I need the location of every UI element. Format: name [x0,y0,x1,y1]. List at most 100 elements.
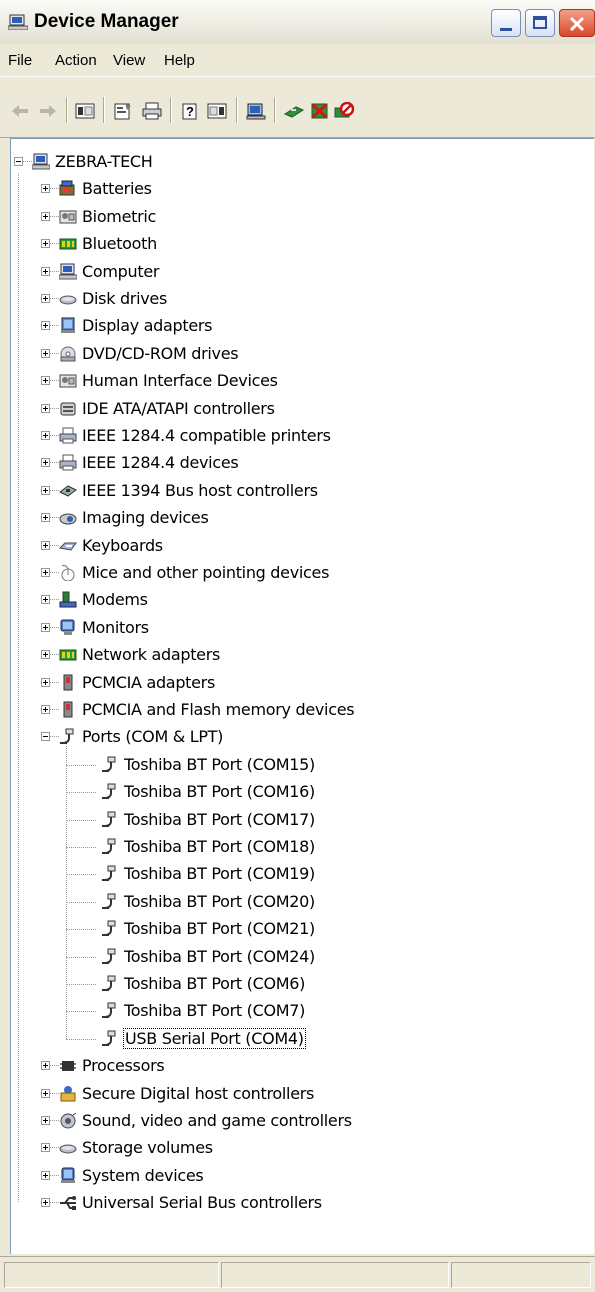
tree-category-item[interactable]: Processors [11,1055,591,1077]
device-label: PCMCIA and Flash memory devices [82,700,355,719]
expand-icon[interactable] [41,1198,50,1208]
tree-category-item[interactable]: Computer [11,261,591,283]
expand-icon[interactable] [41,376,50,386]
menu-help[interactable]: Help [164,52,195,69]
expand-icon[interactable] [41,211,50,221]
tree-port-item[interactable]: Toshiba BT Port (COM24) [11,946,591,968]
tree-category-item[interactable]: PCMCIA and Flash memory devices [11,699,591,721]
tree-port-item[interactable]: Toshiba BT Port (COM6) [11,973,591,995]
tree-category-item[interactable]: DVD/CD-ROM drives [11,343,591,365]
device-label: Sound, video and game controllers [82,1111,352,1130]
expand-icon[interactable] [41,568,50,577]
menu-file[interactable]: File [8,52,32,69]
device-tree-pane[interactable]: ZEBRA-TECH Batteries Biometric Bluetooth Com… [10,138,594,1254]
device-label: IEEE 1394 Bus host controllers [82,480,318,500]
tree-category-item[interactable]: Sound, video and game controllers [11,1110,591,1132]
tree-port-item[interactable]: Toshiba BT Port (COM20) [11,891,591,913]
status-panel [221,1262,449,1288]
back-arrow-icon[interactable] [10,102,30,120]
uninstall-icon[interactable] [310,102,330,120]
minimize-button[interactable] [491,9,521,37]
tree-category-ports[interactable]: Ports (COM & LPT) [11,726,591,748]
usb-icon [60,1196,76,1211]
expand-icon[interactable] [41,431,50,440]
collapse-icon[interactable] [14,157,23,166]
expand-icon[interactable] [41,266,50,276]
maximize-button[interactable] [525,9,555,37]
expand-icon[interactable] [41,294,50,303]
tree-port-item[interactable]: Toshiba BT Port (COM15) [11,754,591,776]
tree-category-item[interactable]: Modems [11,589,591,611]
expand-icon[interactable] [41,403,50,413]
expand-icon[interactable] [41,458,50,468]
expand-icon[interactable] [41,650,50,660]
tree-port-item[interactable]: Toshiba BT Port (COM19) [11,863,591,885]
expand-icon[interactable] [41,622,50,632]
expand-icon[interactable] [41,677,50,687]
tree-category-item[interactable]: Keyboards [11,535,591,557]
expand-icon[interactable] [41,1061,50,1071]
expand-icon[interactable] [41,485,50,495]
tree-category-item[interactable]: Disk drives [11,288,591,310]
tree-category-item[interactable]: Monitors [11,617,591,639]
tree-category-item[interactable]: Secure Digital host controllers [11,1083,591,1105]
update-driver-icon[interactable] [284,102,304,120]
expand-icon[interactable] [41,513,50,523]
tree-port-item[interactable]: Toshiba BT Port (COM21) [11,918,591,940]
expand-icon[interactable] [41,1143,50,1153]
expand-icon[interactable] [41,1116,50,1125]
tree-category-item[interactable]: System devices [11,1165,591,1187]
tree-category-item[interactable]: IEEE 1284.4 devices [11,452,591,474]
disable-icon[interactable] [334,102,354,120]
tree-category-item[interactable]: Mice and other pointing devices [11,562,591,584]
tree-port-item[interactable]: Toshiba BT Port (COM16) [11,781,591,803]
tree-category-item[interactable]: PCMCIA adapters [11,672,591,694]
device-label: System devices [82,1165,204,1185]
tree-port-item[interactable]: Toshiba BT Port (COM17) [11,809,591,831]
tree-category-item[interactable]: IDE ATA/ATAPI controllers [11,398,591,420]
expand-icon[interactable] [41,1088,50,1098]
expand-icon[interactable] [41,239,50,249]
title-bar[interactable]: Device Manager [0,0,595,45]
forward-arrow-icon[interactable] [38,102,58,120]
menu-view[interactable]: View [113,52,145,69]
tree-root-computer[interactable]: ZEBRA-TECH [11,151,591,173]
tree-category-item[interactable]: Human Interface Devices [11,370,591,392]
device-label: Toshiba BT Port (COM19) [124,864,315,884]
device-label: Display adapters [82,316,213,336]
help-icon[interactable]: ? [180,102,200,120]
properties-icon[interactable] [113,102,133,120]
tree-category-item[interactable]: Universal Serial Bus controllers [11,1192,591,1214]
show-hide-action-pane-icon[interactable] [207,102,227,120]
tree-port-item[interactable]: USB Serial Port (COM4) [11,1027,591,1050]
menu-action[interactable]: Action [55,52,97,69]
device-label: IEEE 1284.4 devices [82,453,239,473]
tree-category-item[interactable]: Bluetooth [11,233,591,255]
tree-connector [66,847,96,848]
tree-connector [50,1202,59,1204]
expand-icon[interactable] [41,540,50,550]
device-tree[interactable]: ZEBRA-TECH Batteries Biometric Bluetooth Com… [11,139,594,1254]
tree-category-item[interactable]: Storage volumes [11,1137,591,1159]
collapse-icon[interactable] [41,732,50,742]
cdrom-icon [60,346,76,362]
expand-icon[interactable] [41,348,50,358]
tree-category-item[interactable]: Biometric [11,206,591,228]
print-icon[interactable] [142,102,162,120]
tree-category-item[interactable]: Batteries [11,178,591,200]
tree-category-item[interactable]: Imaging devices [11,507,591,529]
tree-category-item[interactable]: Display adapters [11,315,591,337]
scan-hardware-changes-icon[interactable] [246,102,266,120]
expand-icon[interactable] [41,705,50,714]
expand-icon[interactable] [41,321,50,331]
tree-category-item[interactable]: Network adapters [11,644,591,666]
expand-icon[interactable] [41,595,50,605]
tree-port-item[interactable]: Toshiba BT Port (COM18) [11,836,591,858]
tree-category-item[interactable]: IEEE 1284.4 compatible printers [11,425,591,447]
tree-category-item[interactable]: IEEE 1394 Bus host controllers [11,480,591,502]
expand-icon[interactable] [41,184,50,194]
expand-icon[interactable] [41,1170,50,1180]
tree-port-item[interactable]: Toshiba BT Port (COM7) [11,1000,591,1022]
show-hide-console-tree-icon[interactable] [75,102,95,120]
close-button[interactable] [559,9,595,37]
